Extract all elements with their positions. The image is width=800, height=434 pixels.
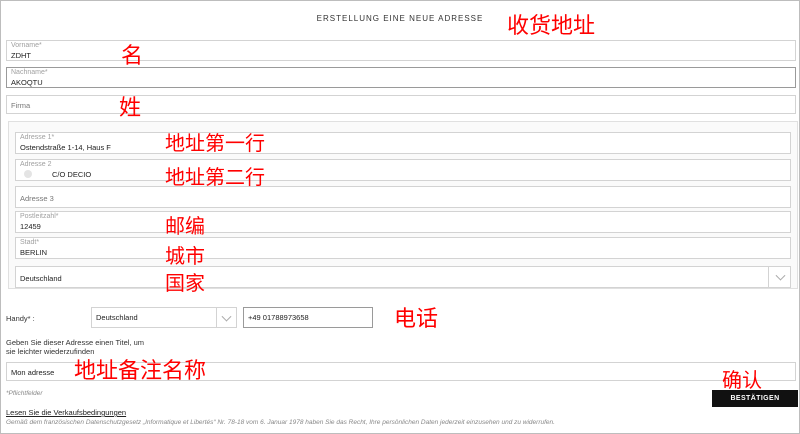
phone-number-value: +49 01788973658 (248, 313, 309, 322)
company-placeholder: Firma (11, 101, 31, 110)
address-line1-field[interactable]: Adresse 1* Ostendstraße 1-14, Haus F (15, 132, 791, 154)
address-line1-value: Ostendstraße 1-14, Haus F (20, 143, 111, 152)
last-name-field[interactable]: Nachname* AKOQTU (6, 67, 796, 88)
annotation-address-line2: 地址第二行 (165, 165, 265, 189)
phone-number-input[interactable]: +49 01788973658 (243, 307, 373, 328)
phone-country-select[interactable]: Deutschland (91, 307, 237, 328)
address-line2-field[interactable]: Adresse 2 C/O DECIO (15, 159, 791, 181)
address-title-value: Mon adresse (11, 368, 55, 377)
required-note: *Pflichtfelder (6, 390, 43, 397)
city-value: BERLIN (20, 248, 48, 257)
postal-code-label: Postleitzahl* (20, 213, 59, 220)
legal-text: Gemäß dem französischen Datenschutzgeset… (6, 419, 555, 426)
last-name-label: Nachname* (11, 69, 48, 76)
phone-country-dropdown-toggle[interactable] (216, 308, 236, 327)
annotation-shipping-address: 收货地址 (507, 14, 596, 39)
address-group: Adresse 1* Ostendstraße 1-14, Haus F Adr… (8, 121, 798, 289)
phone-label: Handy* : (6, 314, 35, 323)
annotation-city: 城市 (165, 244, 205, 268)
annotation-last-name: 姓 (119, 96, 142, 121)
annotation-country: 国家 (165, 271, 205, 295)
page-title: ERSTELLUNG EINE NEUE ADRESSE (316, 14, 484, 23)
address-line1-label: Adresse 1* (20, 134, 55, 141)
terms-link[interactable]: Lesen Sie die Verkaufsbedingungen (6, 408, 126, 417)
chevron-down-icon (221, 311, 232, 322)
last-name-value: AKOQTU (11, 78, 43, 87)
city-label: Stadt* (20, 239, 40, 246)
phone-country-value: Deutschland (96, 313, 138, 322)
address-line3-placeholder: Adresse 3 (20, 194, 54, 203)
country-dropdown-toggle[interactable] (768, 267, 790, 287)
annotation-phone: 电话 (394, 307, 439, 332)
postal-code-field[interactable]: Postleitzahl* 12459 (15, 211, 791, 233)
city-field[interactable]: Stadt* BERLIN (15, 237, 791, 259)
annotation-address-name: 地址备注名称 (74, 359, 207, 384)
first-name-value: ZDHT (11, 51, 31, 60)
blurred-mark (24, 170, 32, 178)
annotation-postal-code: 邮编 (165, 214, 205, 238)
country-value: Deutschland (20, 274, 62, 283)
annotation-first-name: 名 (121, 44, 144, 69)
address-line2-value: C/O DECIO (52, 170, 92, 179)
annotation-address-line1: 地址第一行 (165, 131, 265, 155)
first-name-label: Vorname* (11, 42, 42, 49)
address-line2-label: Adresse 2 (20, 161, 52, 168)
postal-code-value: 12459 (20, 222, 41, 231)
address-line3-field[interactable]: Adresse 3 (15, 186, 791, 208)
chevron-down-icon (775, 270, 786, 281)
country-select[interactable]: Deutschland (15, 266, 791, 288)
annotation-confirm: 确认 (722, 368, 762, 392)
